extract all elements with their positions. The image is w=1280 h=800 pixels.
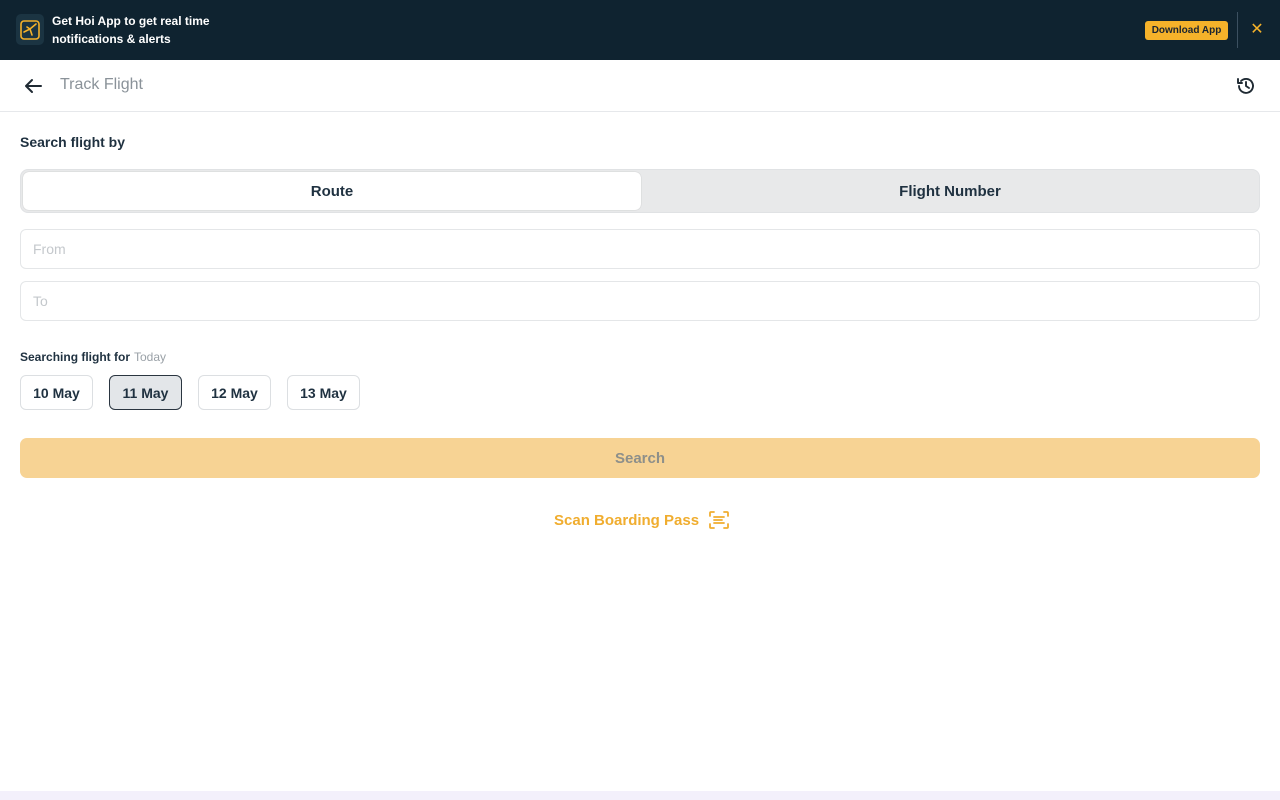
page-header: Track Flight bbox=[0, 60, 1280, 112]
banner-message: Get Hoi App to get real time notificatio… bbox=[52, 14, 210, 46]
scan-document-icon bbox=[709, 510, 729, 530]
scan-boarding-pass-link[interactable]: Scan Boarding Pass bbox=[554, 509, 729, 531]
close-icon[interactable]: ✕ bbox=[1247, 20, 1267, 40]
banner-divider bbox=[1237, 12, 1238, 48]
date-label: Searching flight for bbox=[20, 350, 131, 364]
date-chip-12-may[interactable]: 12 May bbox=[198, 375, 271, 410]
scan-boarding-pass-label: Scan Boarding Pass bbox=[554, 511, 700, 529]
date-chip-10-may[interactable]: 10 May bbox=[20, 375, 93, 410]
to-input[interactable] bbox=[20, 281, 1260, 321]
download-app-button[interactable]: Download App bbox=[1145, 21, 1228, 40]
search-mode-toggle: Route Flight Number bbox=[20, 169, 1260, 213]
selected-date-text: Today bbox=[134, 350, 167, 364]
app-download-banner: Get Hoi App to get real time notificatio… bbox=[0, 0, 1280, 60]
date-chip-13-may[interactable]: 13 May bbox=[287, 375, 360, 410]
bottom-strip bbox=[0, 791, 1280, 800]
date-chip-11-may[interactable]: 11 May bbox=[109, 375, 182, 410]
history-clock-icon[interactable] bbox=[1233, 73, 1259, 99]
page-title: Track Flight bbox=[60, 76, 143, 93]
tab-route[interactable]: Route bbox=[23, 172, 641, 210]
hoi-app-logo-icon bbox=[16, 14, 44, 45]
from-input[interactable] bbox=[20, 229, 1260, 269]
tab-flight-number[interactable]: Flight Number bbox=[641, 172, 1259, 210]
search-button[interactable]: Search bbox=[20, 438, 1260, 478]
search-by-label: Search flight by bbox=[20, 134, 126, 150]
arrow-left-icon[interactable] bbox=[20, 74, 46, 98]
